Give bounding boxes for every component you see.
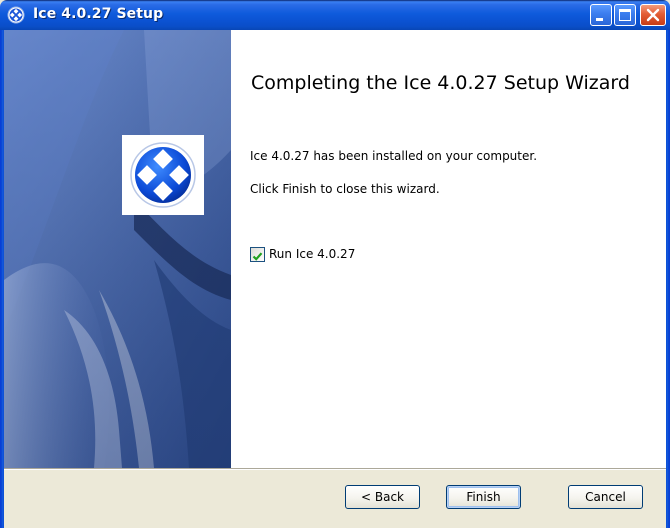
title-bar[interactable]: Ice 4.0.27 Setup: [0, 0, 670, 30]
footer-separator: [4, 468, 666, 470]
wizard-banner: [4, 30, 231, 468]
installed-message: Ice 4.0.27 has been installed on your co…: [250, 149, 538, 163]
wizard-content: Completing the Ice 4.0.27 Setup Wizard I…: [231, 30, 666, 468]
minimize-icon: [596, 18, 603, 21]
window-title: Ice 4.0.27 Setup: [33, 6, 164, 22]
ice-logo-icon: [130, 142, 196, 208]
window-frame-right: [666, 30, 670, 528]
finish-hint: Click Finish to close this wizard.: [250, 182, 440, 196]
checkmark-icon: [252, 252, 263, 261]
logo-frame: [122, 135, 204, 215]
maximize-icon: [619, 9, 631, 21]
banner-artwork: [4, 30, 231, 468]
run-app-label[interactable]: Run Ice 4.0.27: [269, 247, 355, 262]
close-icon: [646, 8, 660, 22]
back-button[interactable]: < Back: [345, 485, 420, 509]
ice-app-icon: [7, 6, 25, 24]
close-button[interactable]: [640, 4, 666, 26]
maximize-button[interactable]: [614, 4, 636, 26]
minimize-button[interactable]: [590, 4, 612, 26]
page-title: Completing the Ice 4.0.27 Setup Wizard: [251, 72, 630, 94]
cancel-button[interactable]: Cancel: [568, 485, 643, 509]
setup-window: Ice 4.0.27 Setup Completing the Ice 4.0.…: [0, 0, 670, 528]
run-app-checkbox[interactable]: [250, 247, 265, 262]
finish-button[interactable]: Finish: [446, 485, 521, 509]
